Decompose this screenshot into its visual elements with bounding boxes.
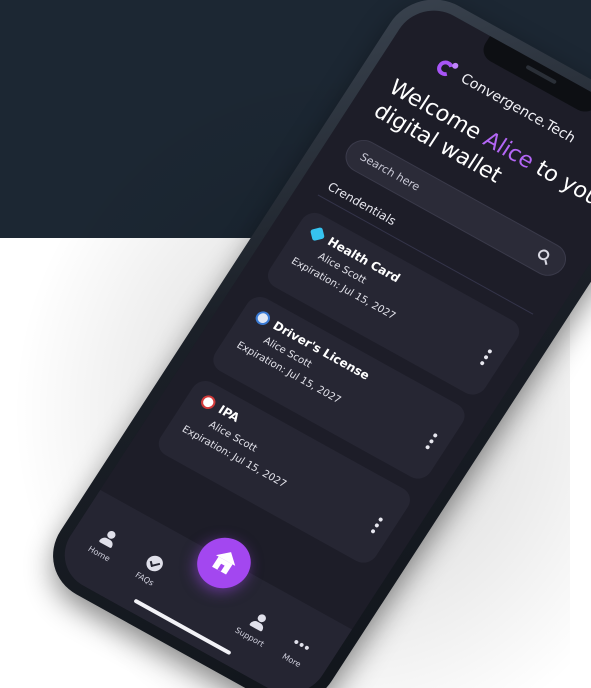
tab-more-label: More xyxy=(280,651,303,670)
more-dots-icon xyxy=(290,634,313,655)
home-button[interactable] xyxy=(187,528,261,598)
speaker xyxy=(525,64,558,85)
support-icon xyxy=(248,611,271,632)
drivers-license-icon xyxy=(252,308,273,328)
ipa-icon xyxy=(198,392,219,412)
tab-faqs-label: FAQs xyxy=(133,570,156,588)
person-icon xyxy=(98,528,121,549)
health-card-icon xyxy=(310,227,325,242)
convergence-logo-icon xyxy=(433,56,461,83)
check-circle-icon xyxy=(143,552,167,575)
tab-faqs[interactable]: FAQs xyxy=(121,545,180,594)
search-icon[interactable] xyxy=(534,247,554,267)
scene: Convergence.Tech Welcome Alice to your d… xyxy=(0,0,591,688)
card-title: IPA xyxy=(215,402,243,425)
home-icon xyxy=(208,546,241,578)
search-placeholder: Search here xyxy=(357,150,423,194)
